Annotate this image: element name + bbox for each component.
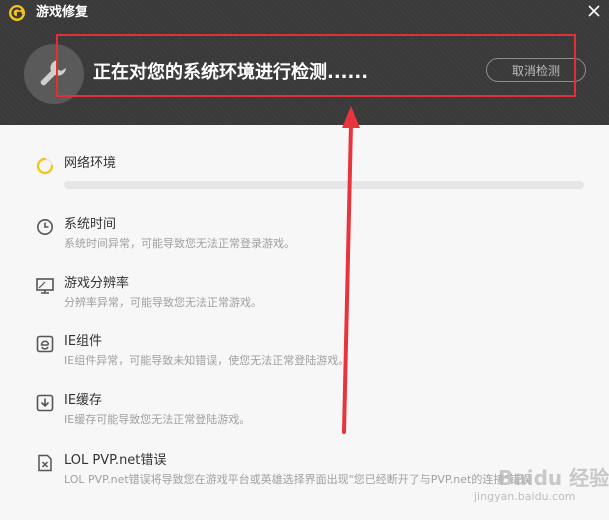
check-description: IE组件异常，可能导致未知错误，使您无法正常登陆游戏。 <box>64 354 350 367</box>
check-title: LOL PVP.net错误 <box>64 453 167 468</box>
monitor-icon <box>36 278 54 294</box>
error-file-icon <box>38 454 52 472</box>
loading-spinner-icon <box>36 157 54 175</box>
check-title: 网络环境 <box>64 156 117 171</box>
header-panel: 游戏修复 正在对您的系统环境进行检测...... 取消检测 <box>0 0 609 125</box>
check-description: LOL PVP.net错误将导致您在游戏平台或英雄选择界面出现"您已经断开了与P… <box>64 473 532 486</box>
window-title: 游戏修复 <box>36 5 89 20</box>
network-progress-bar <box>64 181 584 189</box>
annotation-highlight-box <box>56 34 576 97</box>
app-logo-icon <box>9 5 25 21</box>
ie-icon <box>36 335 54 353</box>
close-icon[interactable] <box>586 3 602 19</box>
watermark-url: jingyan.baidu.com <box>474 490 576 503</box>
check-title: 游戏分辨率 <box>64 276 130 291</box>
title-bar[interactable]: 游戏修复 <box>0 0 609 26</box>
check-description: 分辨率异常，可能导致您无法正常游戏。 <box>64 296 262 309</box>
check-title: IE缓存 <box>64 393 103 408</box>
check-description: IE缓存可能导致您无法正常登陆游戏。 <box>64 413 251 426</box>
check-description: 系统时间异常，可能导致您无法正常登录游戏。 <box>64 237 295 250</box>
clock-icon <box>37 219 53 235</box>
download-box-icon <box>36 394 54 412</box>
check-title: IE组件 <box>64 334 103 349</box>
check-title: 系统时间 <box>64 217 117 232</box>
